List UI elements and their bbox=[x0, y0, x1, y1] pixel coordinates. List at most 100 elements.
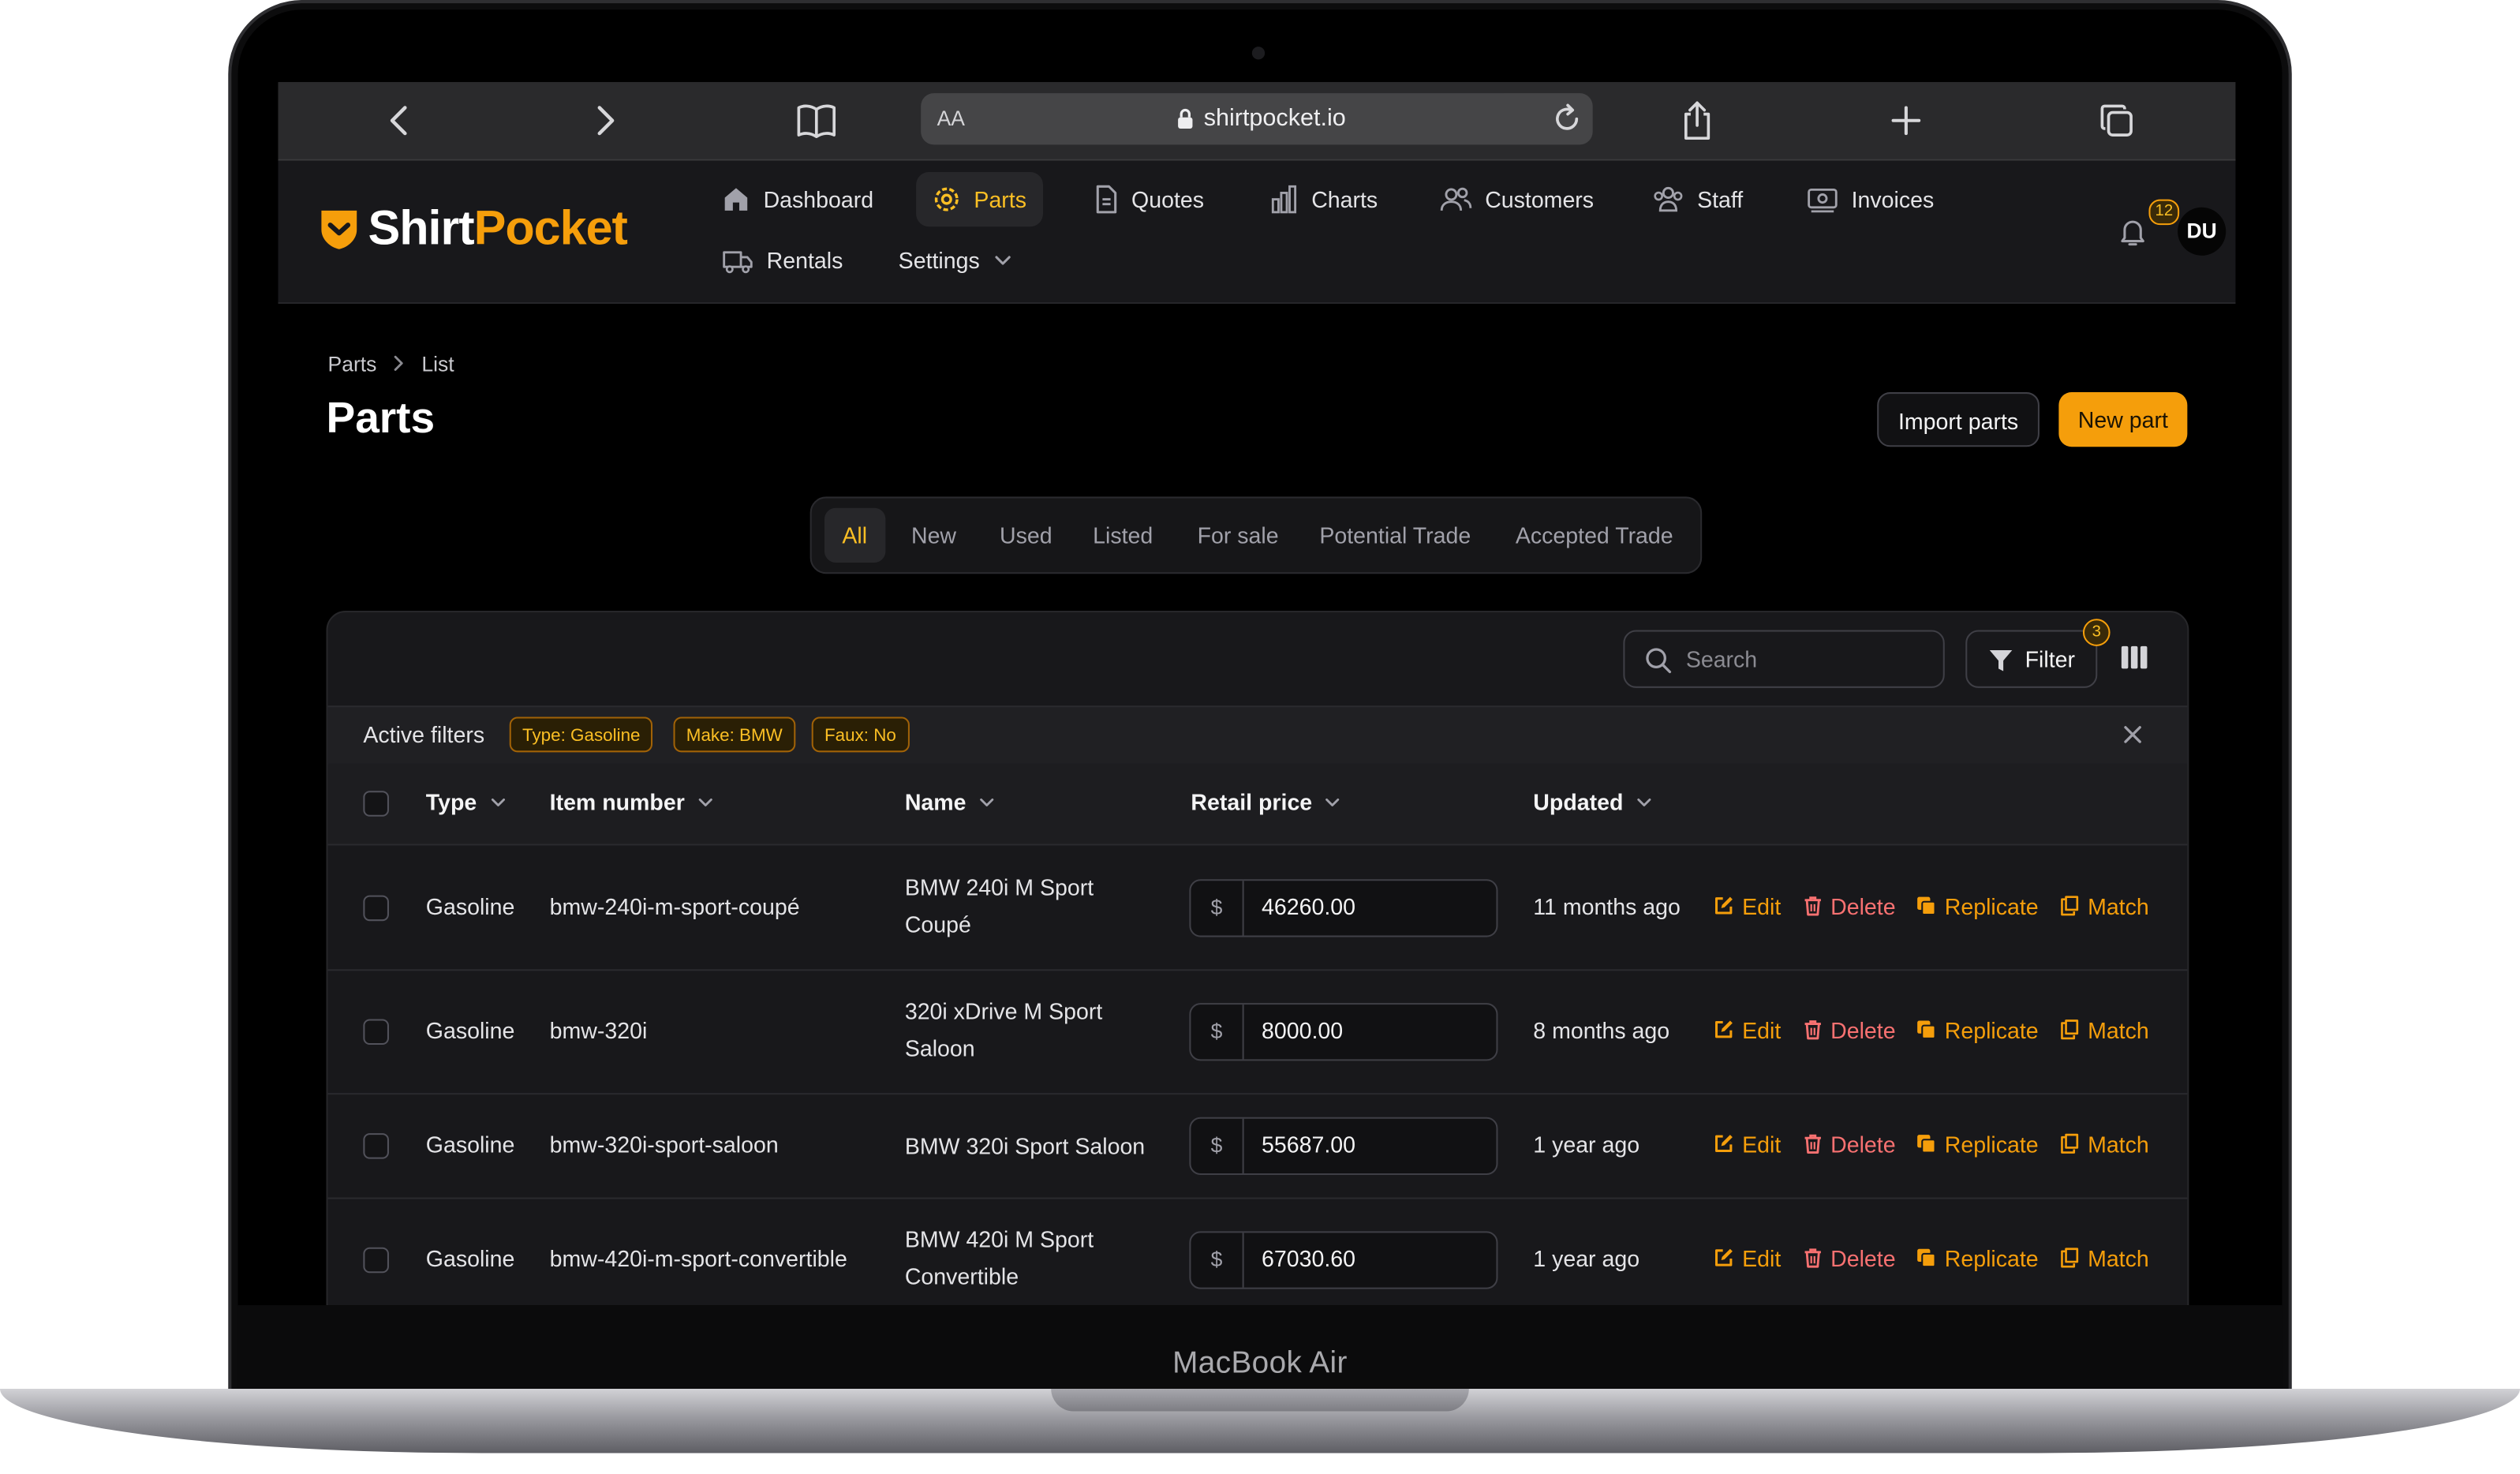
trash-icon bbox=[1804, 1248, 1821, 1268]
match-button[interactable]: Match bbox=[2058, 1131, 2149, 1157]
tab-potential-trade[interactable]: Potential Trade bbox=[1302, 508, 1489, 563]
nav-parts[interactable]: Parts bbox=[916, 171, 1043, 227]
row-checkbox[interactable] bbox=[363, 894, 389, 921]
new-tab-icon[interactable] bbox=[1882, 98, 1930, 143]
search-input[interactable]: Search bbox=[1623, 630, 1945, 688]
tabs-icon[interactable] bbox=[2092, 98, 2141, 143]
clipboard-icon bbox=[2061, 1133, 2079, 1154]
forward-icon[interactable] bbox=[581, 98, 630, 143]
tab-accepted-trade[interactable]: Accepted Trade bbox=[1497, 508, 1691, 563]
home-icon bbox=[724, 188, 748, 211]
delete-button[interactable]: Delete bbox=[1804, 1131, 1896, 1157]
replicate-button[interactable]: Replicate bbox=[1916, 893, 2039, 918]
column-header-name[interactable]: Name bbox=[905, 789, 995, 815]
replicate-button[interactable]: Replicate bbox=[1916, 1245, 2039, 1270]
column-header-type[interactable]: Type bbox=[426, 789, 506, 815]
back-icon[interactable] bbox=[375, 98, 423, 143]
chevron-right-icon bbox=[393, 352, 406, 376]
reload-icon[interactable] bbox=[1551, 103, 1583, 143]
row-checkbox[interactable] bbox=[363, 1018, 389, 1045]
filter-button[interactable]: Filter bbox=[1965, 630, 2098, 688]
nav-dashboard[interactable]: Dashboard bbox=[705, 172, 889, 226]
tab-used[interactable]: Used bbox=[982, 508, 1070, 563]
edit-button[interactable]: Edit bbox=[1713, 1131, 1781, 1157]
column-header-item-number[interactable]: Item number bbox=[550, 789, 714, 815]
retail-price-input[interactable]: $55687.00 bbox=[1189, 1116, 1498, 1175]
import-parts-button[interactable]: Import parts bbox=[1877, 392, 2040, 447]
cell-name: 320i xDrive M Sport Saloon bbox=[904, 997, 1103, 1061]
gear-icon bbox=[934, 187, 959, 211]
text-size-button[interactable]: AA bbox=[937, 106, 965, 130]
parts-table-panel: Search Filter 3 Active filters Type: Gas… bbox=[326, 611, 2189, 1306]
address-bar[interactable]: AA shirtpocket.io bbox=[921, 93, 1593, 145]
edit-button[interactable]: Edit bbox=[1713, 1245, 1781, 1270]
status-tabs: All New Used Listed For sale Potential T… bbox=[809, 496, 1703, 574]
replicate-button[interactable]: Replicate bbox=[1916, 1131, 2039, 1157]
filter-chip-make[interactable]: Make: BMW bbox=[673, 716, 796, 753]
edit-button[interactable]: Edit bbox=[1713, 1016, 1781, 1042]
breadcrumb-parts-link[interactable]: Parts bbox=[328, 352, 377, 376]
tab-listed[interactable]: Listed bbox=[1075, 508, 1171, 563]
bar-chart-icon bbox=[1271, 185, 1297, 214]
table-row: Gasoline bmw-420i-m-sport-convertible BMW … bbox=[328, 1198, 2188, 1305]
nav-quotes[interactable]: Quotes bbox=[1077, 172, 1221, 226]
filter-label: Filter bbox=[2025, 645, 2076, 672]
retail-price-input[interactable]: $46260.00 bbox=[1189, 878, 1498, 937]
user-avatar[interactable]: DU bbox=[2178, 207, 2226, 256]
copy-icon bbox=[1917, 1248, 1936, 1268]
app-header: ShirtPocket Dashboard Parts Quotes Chart… bbox=[278, 160, 2236, 304]
row-checkbox[interactable] bbox=[363, 1246, 389, 1273]
retail-price-input[interactable]: $67030.60 bbox=[1189, 1230, 1498, 1289]
nav-label: Rentals bbox=[766, 247, 843, 274]
match-button[interactable]: Match bbox=[2058, 1245, 2149, 1270]
clipboard-icon bbox=[2061, 1248, 2079, 1268]
currency-symbol: $ bbox=[1191, 1117, 1244, 1173]
new-part-button[interactable]: New part bbox=[2058, 392, 2188, 447]
retail-price-value: 46260.00 bbox=[1262, 892, 1356, 919]
retail-price-input[interactable]: $8000.00 bbox=[1189, 1002, 1498, 1061]
notification-bell-icon[interactable] bbox=[2117, 215, 2149, 256]
clipboard-icon bbox=[2061, 1019, 2079, 1040]
table-header: Type Item number Name Retail price Updat… bbox=[327, 763, 2188, 846]
nav-invoices[interactable]: Invoices bbox=[1790, 172, 1950, 226]
filter-chip-type[interactable]: Type: Gasoline bbox=[509, 716, 653, 753]
match-button[interactable]: Match bbox=[2058, 893, 2149, 918]
breadcrumb: Parts List bbox=[328, 352, 454, 376]
page-title: Parts bbox=[326, 394, 436, 443]
nav-staff[interactable]: Staff bbox=[1636, 172, 1759, 226]
table-row: Gasoline bmw-240i-m-sport-coupé BMW 240i M… bbox=[327, 845, 2188, 971]
match-button[interactable]: Match bbox=[2058, 1016, 2149, 1042]
column-header-updated[interactable]: Updated bbox=[1533, 789, 1652, 815]
bookmarks-icon[interactable] bbox=[792, 98, 840, 143]
filter-chip-faux[interactable]: Faux: No bbox=[811, 716, 910, 753]
copy-icon bbox=[1917, 896, 1936, 916]
cell-type: Gasoline bbox=[425, 1244, 515, 1271]
row-checkbox[interactable] bbox=[363, 1132, 389, 1158]
funnel-icon bbox=[1989, 649, 2013, 672]
select-all-checkbox[interactable] bbox=[363, 791, 389, 817]
money-icon bbox=[1808, 188, 1838, 213]
clear-filters-close-icon[interactable] bbox=[2123, 724, 2142, 753]
retail-price-value: 8000.00 bbox=[1262, 1016, 1344, 1042]
columns-toggle-icon[interactable] bbox=[2120, 645, 2149, 679]
delete-button[interactable]: Delete bbox=[1804, 893, 1896, 918]
nav-charts[interactable]: Charts bbox=[1254, 172, 1394, 226]
share-icon[interactable] bbox=[1673, 98, 1722, 143]
replicate-button[interactable]: Replicate bbox=[1916, 1016, 2039, 1042]
notification-count-badge: 12 bbox=[2148, 199, 2180, 226]
nav-label: Charts bbox=[1311, 186, 1378, 212]
table-row: Gasoline bmw-320i-sport-saloon BMW 320i Sp… bbox=[327, 1093, 2188, 1199]
edit-button[interactable]: Edit bbox=[1713, 893, 1781, 918]
tab-for-sale[interactable]: For sale bbox=[1180, 508, 1296, 563]
nav-settings[interactable]: Settings bbox=[882, 233, 1028, 287]
tab-all[interactable]: All bbox=[824, 507, 885, 563]
nav-rentals[interactable]: Rentals bbox=[705, 233, 858, 287]
logo[interactable]: ShirtPocket bbox=[320, 203, 628, 257]
chevron-down-icon bbox=[1637, 798, 1651, 806]
delete-button[interactable]: Delete bbox=[1804, 1016, 1896, 1042]
tab-new[interactable]: New bbox=[894, 508, 974, 563]
url-text: shirtpocket.io bbox=[1203, 104, 1346, 133]
column-header-retail-price[interactable]: Retail price bbox=[1191, 789, 1340, 815]
delete-button[interactable]: Delete bbox=[1804, 1245, 1896, 1270]
nav-customers[interactable]: Customers bbox=[1424, 172, 1610, 226]
